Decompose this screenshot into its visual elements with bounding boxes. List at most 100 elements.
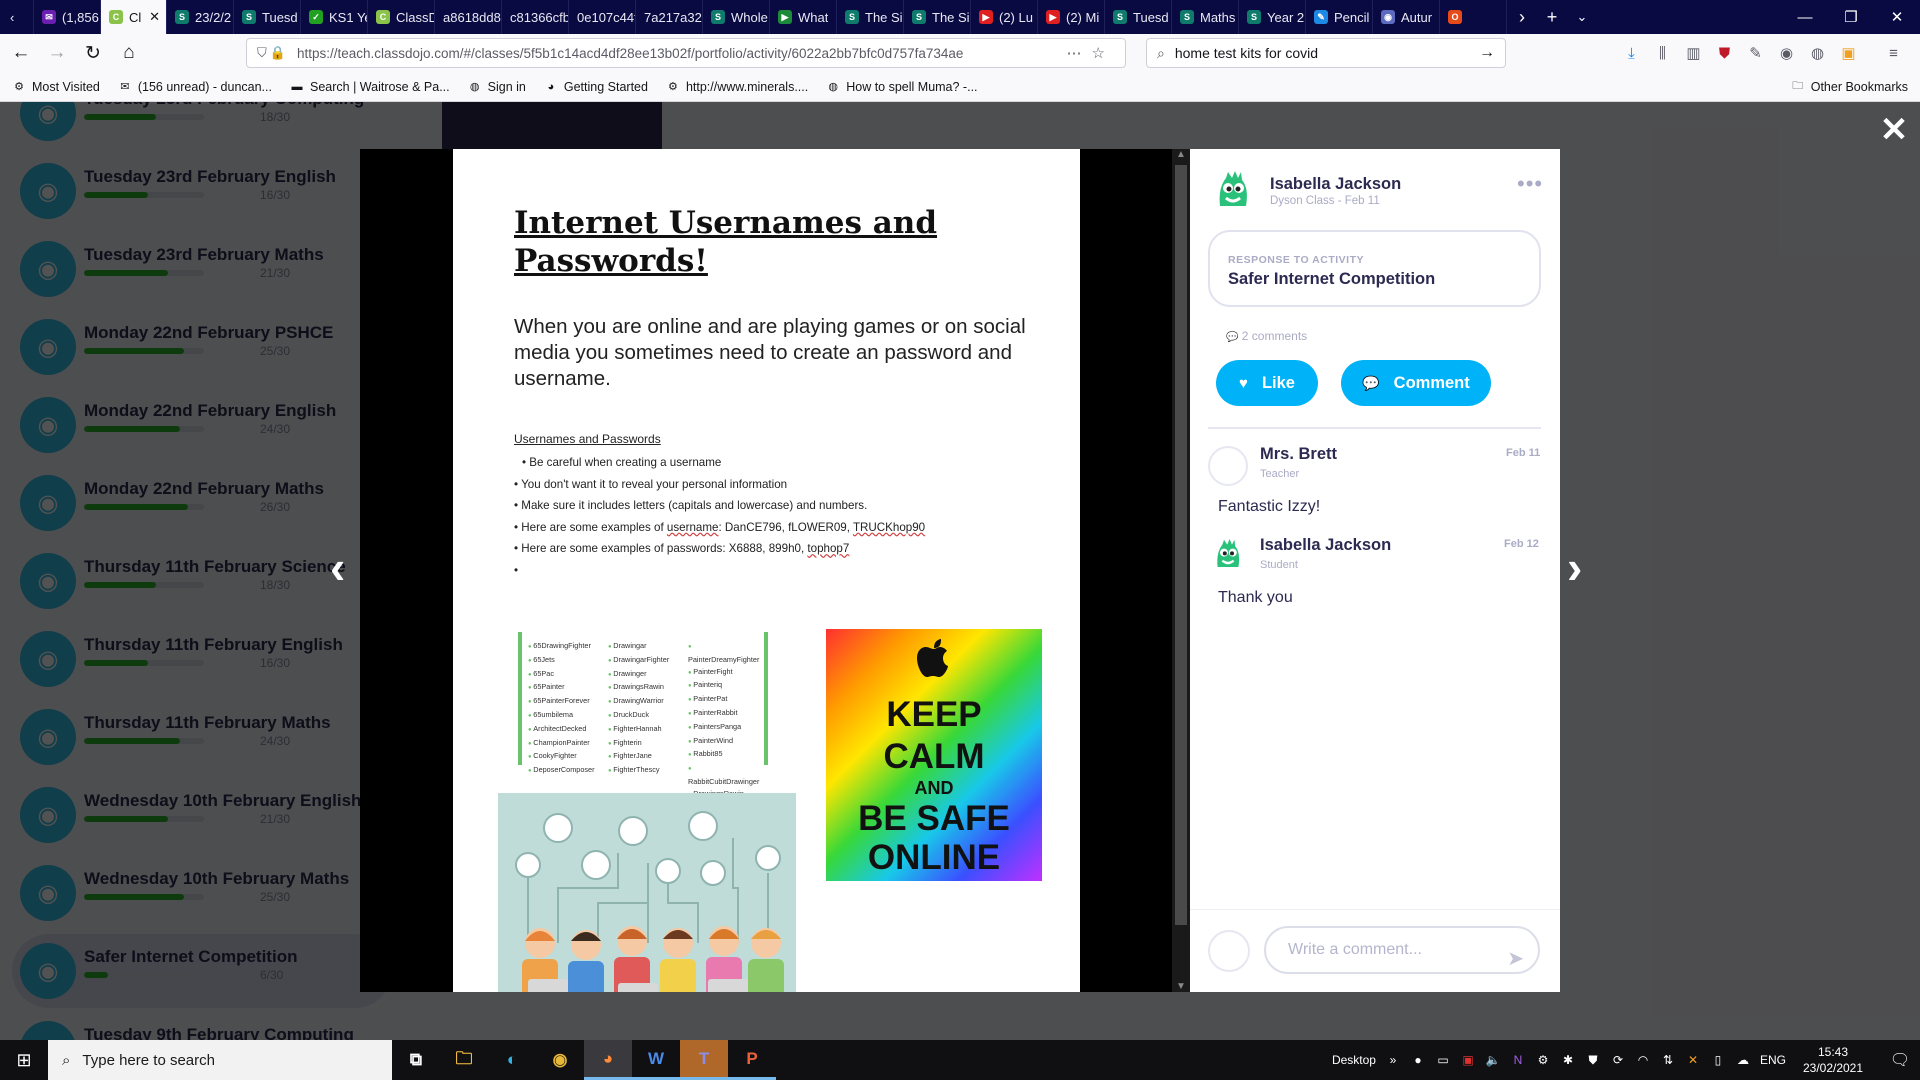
close-tab-icon[interactable]: ✕ [149,9,160,25]
browser-tab[interactable]: 7a217a32f [636,0,703,34]
browser-tab[interactable]: S Tuesd [1105,0,1172,34]
teams-tray-icon[interactable]: ● [1410,1053,1426,1067]
comments-count[interactable]: 💬 2 comments [1226,329,1307,343]
extension-globe-icon[interactable]: ◍ [1808,44,1827,62]
forward-icon[interactable]: → [42,38,72,68]
author-name[interactable]: Isabella Jackson [1270,175,1401,194]
comment-input[interactable]: Write a comment... ➤ [1264,926,1540,974]
previous-chevron-icon[interactable]: ‹ [330,544,345,590]
student-avatar[interactable] [1208,166,1258,216]
search-field[interactable]: ⌕ home test kits for covid → [1146,38,1506,68]
page-actions-icons[interactable]: ⋯☆ [1067,44,1115,62]
extension-orange-icon[interactable]: ▣ [1839,44,1858,62]
browser-tab[interactable]: a8618dd8 [435,0,502,34]
library-icon[interactable]: ⫼ [1653,45,1672,62]
pdf-icon[interactable]: ▣ [1460,1053,1476,1067]
browser-tab[interactable]: O [1440,0,1507,34]
chrome-icon[interactable]: ◉ [536,1040,584,1080]
clock[interactable]: 15:43 23/02/2021 [1795,1044,1871,1076]
send-icon[interactable]: ➤ [1507,937,1524,981]
url-text[interactable]: https://teach.classdojo.com/#/classes/5f… [297,46,1067,61]
bluetooth-icon[interactable]: ✱ [1560,1053,1576,1067]
onedrive-icon[interactable]: ☁ [1735,1053,1751,1067]
word-icon[interactable]: W [632,1040,680,1080]
network-icon[interactable]: ⇅ [1660,1053,1676,1067]
firefox-icon[interactable]: ◕ [584,1040,632,1080]
taskbar-search[interactable]: ⌕ Type here to search [48,1040,392,1080]
browser-tab[interactable]: ▶ What [770,0,837,34]
extension-icon[interactable]: ✎ [1746,44,1765,62]
browser-tab[interactable]: ✉ (1,856 [34,0,101,34]
browser-tab[interactable]: ▶ (2) Mi [1038,0,1105,34]
browser-tab[interactable]: S Tuesd [234,0,301,34]
scroll-down-icon[interactable]: ▼ [1172,981,1190,992]
browser-tab[interactable]: 0e107c44f [569,0,636,34]
site-security-icons[interactable]: ⛉🔒 [257,45,289,61]
edge-icon[interactable]: ◐ [488,1040,536,1080]
browser-tab[interactable]: ✎ Pencil [1306,0,1373,34]
comment-button[interactable]: 💬 Comment [1341,360,1491,406]
browser-tab[interactable]: c81366cfb [502,0,569,34]
bookmark-item[interactable]: ⚙ Most Visited [12,80,100,94]
search-query[interactable]: home test kits for covid [1175,45,1318,61]
like-button[interactable]: ♥ Like [1216,360,1318,406]
bookmark-item[interactable]: ◕ Getting Started [544,80,648,94]
file-explorer-icon[interactable]: 🗀 [440,1040,488,1080]
response-card[interactable]: RESPONSE TO ACTIVITY Safer Internet Comp… [1208,230,1541,307]
volume-icon[interactable]: 🔈 [1485,1053,1501,1067]
task-view-icon[interactable]: ⧉ [392,1040,440,1080]
scroll-up-icon[interactable]: ▲ [1172,149,1190,160]
reload-icon[interactable]: ↻ [78,38,108,68]
scrollbar-thumb[interactable] [1175,165,1187,925]
browser-tab[interactable]: ▶ (2) Lu [971,0,1038,34]
tools-icon[interactable]: ✕ [1685,1053,1701,1067]
display-icon[interactable]: ▭ [1435,1053,1451,1067]
more-options-icon[interactable]: ••• [1517,171,1543,197]
menu-icon[interactable]: ≡ [1884,45,1903,62]
browser-tab[interactable]: S Maths [1172,0,1239,34]
restore-icon[interactable]: ❐ [1828,8,1874,26]
browser-tab[interactable]: C Cl ✕ [101,0,167,34]
home-icon[interactable]: ⌂ [114,38,144,68]
sync-icon[interactable]: ⟳ [1610,1053,1626,1067]
downloads-icon[interactable]: ⤓ [1622,45,1641,62]
new-tab-icon[interactable]: + [1537,7,1567,28]
bookmark-item[interactable]: ⚙ http://www.minerals.... [666,80,808,94]
ublock-icon[interactable]: ⛊ [1715,45,1734,62]
battery-icon[interactable]: ▯ [1710,1053,1726,1067]
windows-start-icon[interactable]: ⊞ [0,1050,48,1071]
browser-tab[interactable]: S Year 2 [1239,0,1306,34]
next-chevron-icon[interactable]: › [1567,544,1582,590]
account-icon[interactable]: ◉ [1777,44,1796,62]
close-modal-icon[interactable]: ✕ [1876,112,1912,148]
list-tabs-icon[interactable]: ⌄ [1567,9,1597,25]
browser-menu-arrow[interactable]: ‹ [0,0,34,34]
back-icon[interactable]: ← [6,38,36,68]
language-indicator[interactable]: ENG [1760,1053,1786,1067]
security-icon[interactable]: ⛊ [1585,1053,1601,1068]
viewer-scrollbar[interactable]: ▲ ▼ [1172,149,1190,992]
sidebar-icon[interactable]: ▥ [1684,44,1703,62]
teams-icon[interactable]: T [680,1040,728,1080]
address-bar[interactable]: ⛉🔒 https://teach.classdojo.com/#/classes… [246,38,1126,68]
browser-tab[interactable]: S The Si [837,0,904,34]
window-close-icon[interactable]: ✕ [1874,8,1920,26]
scroll-tabs-right-icon[interactable]: › [1507,7,1537,28]
browser-tab[interactable]: ◉ Autur [1373,0,1440,34]
browser-tab[interactable]: S Whole [703,0,770,34]
wifi-icon[interactable]: ◠ [1635,1053,1651,1067]
browser-tab[interactable]: S The Si [904,0,971,34]
desktop-label[interactable]: Desktop [1332,1053,1376,1067]
search-go-icon[interactable]: → [1479,44,1495,62]
browser-tab[interactable]: S 23/2/2 [167,0,234,34]
minimize-icon[interactable]: — [1782,9,1828,26]
browser-tab[interactable]: ✓ KS1 Ye [301,0,368,34]
powerpoint-icon[interactable]: P [728,1040,776,1080]
bookmark-item[interactable]: ▬ Search | Waitrose & Pa... [290,80,449,94]
notifications-icon[interactable]: 🗨 [1880,1050,1920,1070]
bookmark-item[interactable]: ✉ (156 unread) - duncan... [118,80,272,94]
tray-overflow-icon[interactable]: » [1385,1053,1401,1067]
bookmark-item[interactable]: ◍ Sign in [468,80,526,94]
app-tray-icon[interactable]: ⚙ [1535,1053,1551,1067]
browser-tab[interactable]: C ClassD [368,0,435,34]
